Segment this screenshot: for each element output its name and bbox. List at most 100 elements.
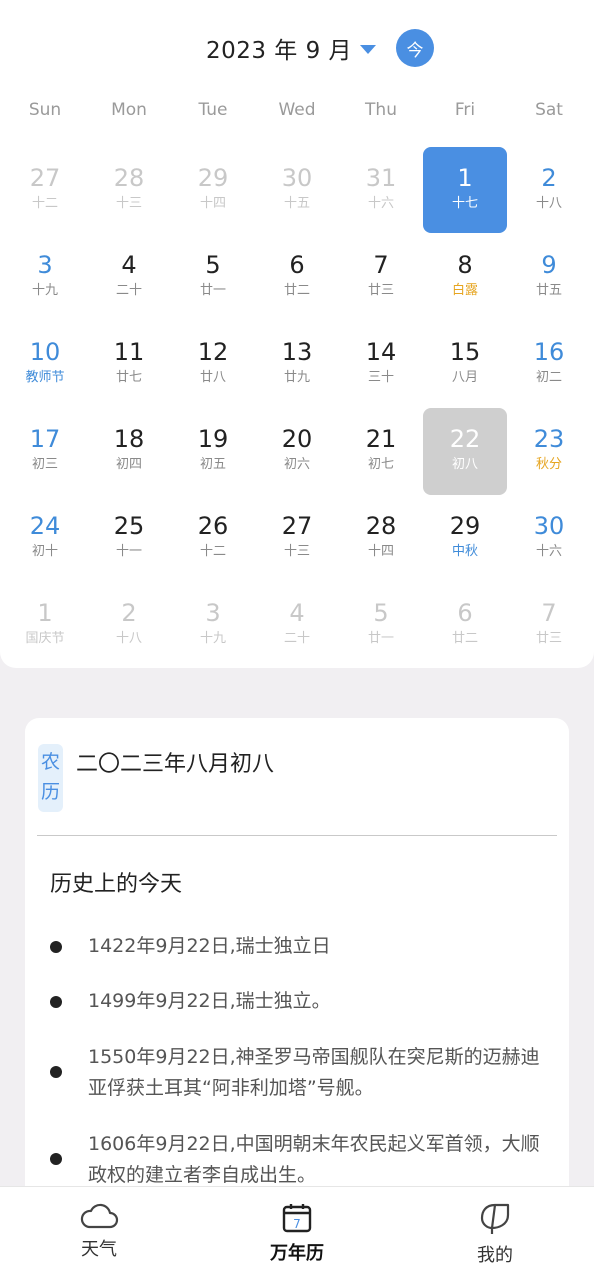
calendar-day-cell[interactable]: 14 三十 — [339, 321, 423, 408]
weekday-label: Sun — [28, 100, 62, 120]
calendar-day-cell[interactable]: 31 十六 — [339, 147, 423, 234]
lunar-date: 二〇二三年八月初八 — [76, 752, 275, 777]
calendar-icon-day: 7 — [293, 1217, 301, 1231]
history-title: 历史上的今天 — [50, 872, 183, 897]
today-button[interactable]: 今 — [396, 29, 435, 67]
calendar-day-cell[interactable]: 18 初四 — [87, 408, 171, 495]
day-lunar-label: 十八 — [115, 631, 142, 646]
calendar-day-cell[interactable]: 28 十四 — [339, 495, 423, 582]
calendar-day-cell[interactable]: 26 十二 — [171, 495, 255, 582]
calendar-day-cell[interactable]: 13 廿九 — [255, 321, 339, 408]
calendar-day-cell[interactable]: 5 廿一 — [339, 582, 423, 669]
day-lunar-label: 十一 — [115, 544, 142, 559]
month-title[interactable]: 2023 年 9 月 — [206, 31, 352, 65]
day-lunar-label: 十七 — [451, 196, 478, 211]
calendar-card: 2023 年 9 月 今 Sun Mon Tue Wed Thu Fri Sat… — [0, 0, 594, 668]
calendar-day-inner: 3 十九 — [3, 234, 87, 321]
nav-item-mine[interactable]: 我的 — [396, 1187, 594, 1280]
calendar-grid: 27 十二 28 十三 29 十四 30 十五 31 十六 1 十七 2 十八 3 十九 4 二十 5 廿一 6 廿二 7 廿… — [3, 147, 591, 669]
calendar-day-cell[interactable]: 19 初五 — [171, 408, 255, 495]
calendar-day-cell[interactable]: 21 初七 — [339, 408, 423, 495]
day-number: 28 — [365, 512, 397, 540]
nav-item-weather[interactable]: 天气 — [0, 1187, 198, 1280]
calendar-day-cell[interactable]: 12 廿八 — [171, 321, 255, 408]
day-lunar-label: 十三 — [115, 196, 142, 211]
calendar-day-cell[interactable]: 22 初八 — [423, 408, 507, 495]
calendar-day-cell[interactable]: 1 十七 — [423, 147, 507, 234]
calendar-day-cell[interactable]: 20 初六 — [255, 408, 339, 495]
calendar-day-cell[interactable]: 1 国庆节 — [3, 582, 87, 669]
calendar-day-cell[interactable]: 15 八月 — [423, 321, 507, 408]
day-lunar-label: 秋分 — [535, 457, 562, 472]
calendar-day-inner: 18 初四 — [87, 408, 171, 495]
calendar-day-cell[interactable]: 17 初三 — [3, 408, 87, 495]
calendar-day-inner: 22 初八 — [423, 408, 507, 495]
weekday-header: Sun Mon Tue Wed Thu Fri Sat — [3, 100, 591, 130]
calendar-day-inner: 2 十八 — [87, 582, 171, 669]
calendar-day-cell[interactable]: 7 廿三 — [507, 582, 591, 669]
calendar-day-cell[interactable]: 8 白露 — [423, 234, 507, 321]
day-number: 12 — [197, 338, 229, 366]
day-lunar-label: 三十 — [367, 370, 394, 385]
calendar-day-cell[interactable]: 11 廿七 — [87, 321, 171, 408]
calendar-day-cell[interactable]: 28 十三 — [87, 147, 171, 234]
calendar-day-inner: 27 十三 — [255, 495, 339, 582]
month-dropdown-caret-icon[interactable] — [360, 44, 377, 54]
calendar-day-cell[interactable]: 3 十九 — [171, 582, 255, 669]
calendar-day-inner: 28 十三 — [87, 147, 171, 234]
calendar-day-inner: 10 教师节 — [3, 321, 87, 408]
calendar-day-cell[interactable]: 4 二十 — [255, 582, 339, 669]
calendar-day-cell[interactable]: 2 十八 — [507, 147, 591, 234]
calendar-day-inner: 21 初七 — [339, 408, 423, 495]
day-number: 21 — [365, 425, 397, 453]
calendar-day-cell[interactable]: 7 廿三 — [339, 234, 423, 321]
calendar-day-cell[interactable]: 5 廿一 — [171, 234, 255, 321]
calendar-day-cell[interactable]: 6 廿二 — [423, 582, 507, 669]
calendar-day-inner: 31 十六 — [339, 147, 423, 234]
day-number: 15 — [449, 338, 481, 366]
day-lunar-label: 廿一 — [199, 283, 226, 298]
calendar-day-cell[interactable]: 27 十二 — [3, 147, 87, 234]
calendar-day-cell[interactable]: 30 十五 — [255, 147, 339, 234]
calendar-day-cell[interactable]: 16 初二 — [507, 321, 591, 408]
day-lunar-label: 初十 — [31, 544, 58, 559]
calendar-day-inner: 6 廿二 — [255, 234, 339, 321]
calendar-day-cell[interactable]: 10 教师节 — [3, 321, 87, 408]
calendar-day-cell[interactable]: 23 秋分 — [507, 408, 591, 495]
day-number: 4 — [289, 599, 305, 627]
calendar-day-cell[interactable]: 3 十九 — [3, 234, 87, 321]
calendar-day-cell[interactable]: 25 十一 — [87, 495, 171, 582]
calendar-day-inner: 23 秋分 — [507, 408, 591, 495]
day-number: 7 — [373, 251, 389, 279]
calendar-day-inner: 14 三十 — [339, 321, 423, 408]
calendar-day-cell[interactable]: 6 廿二 — [255, 234, 339, 321]
day-lunar-label: 二十 — [283, 631, 310, 646]
day-lunar-label: 十二 — [199, 544, 226, 559]
day-number: 31 — [365, 164, 397, 192]
day-number: 13 — [281, 338, 313, 366]
nav-item-calendar[interactable]: 7 万年历 — [198, 1187, 396, 1280]
calendar-day-cell[interactable]: 27 十三 — [255, 495, 339, 582]
divider — [37, 835, 557, 836]
day-lunar-label: 二十 — [115, 283, 142, 298]
day-lunar-label: 廿三 — [367, 283, 394, 298]
day-lunar-label: 八月 — [451, 370, 478, 385]
bottom-nav: 天气 7 万年历 我的 — [0, 1186, 594, 1280]
calendar-day-cell[interactable]: 29 中秋 — [423, 495, 507, 582]
day-number: 7 — [541, 599, 557, 627]
calendar-day-inner: 8 白露 — [423, 234, 507, 321]
calendar-day-cell[interactable]: 9 廿五 — [507, 234, 591, 321]
calendar-day-cell[interactable]: 2 十八 — [87, 582, 171, 669]
history-text: 1550年9月22日,神圣罗马帝国舰队在突尼斯的迈赫迪亚俘获土耳其“阿非利加塔”… — [88, 1046, 540, 1099]
day-number: 28 — [113, 164, 145, 192]
day-lunar-label: 十四 — [199, 196, 226, 211]
calendar-day-cell[interactable]: 4 二十 — [87, 234, 171, 321]
day-number: 30 — [281, 164, 313, 192]
calendar-day-cell[interactable]: 29 十四 — [171, 147, 255, 234]
calendar-day-cell[interactable]: 30 十六 — [507, 495, 591, 582]
calendar-day-cell[interactable]: 24 初十 — [3, 495, 87, 582]
day-lunar-label: 廿九 — [283, 370, 310, 385]
calendar-day-inner: 7 廿三 — [507, 582, 591, 669]
calendar-day-inner: 19 初五 — [171, 408, 255, 495]
day-number: 20 — [281, 425, 313, 453]
